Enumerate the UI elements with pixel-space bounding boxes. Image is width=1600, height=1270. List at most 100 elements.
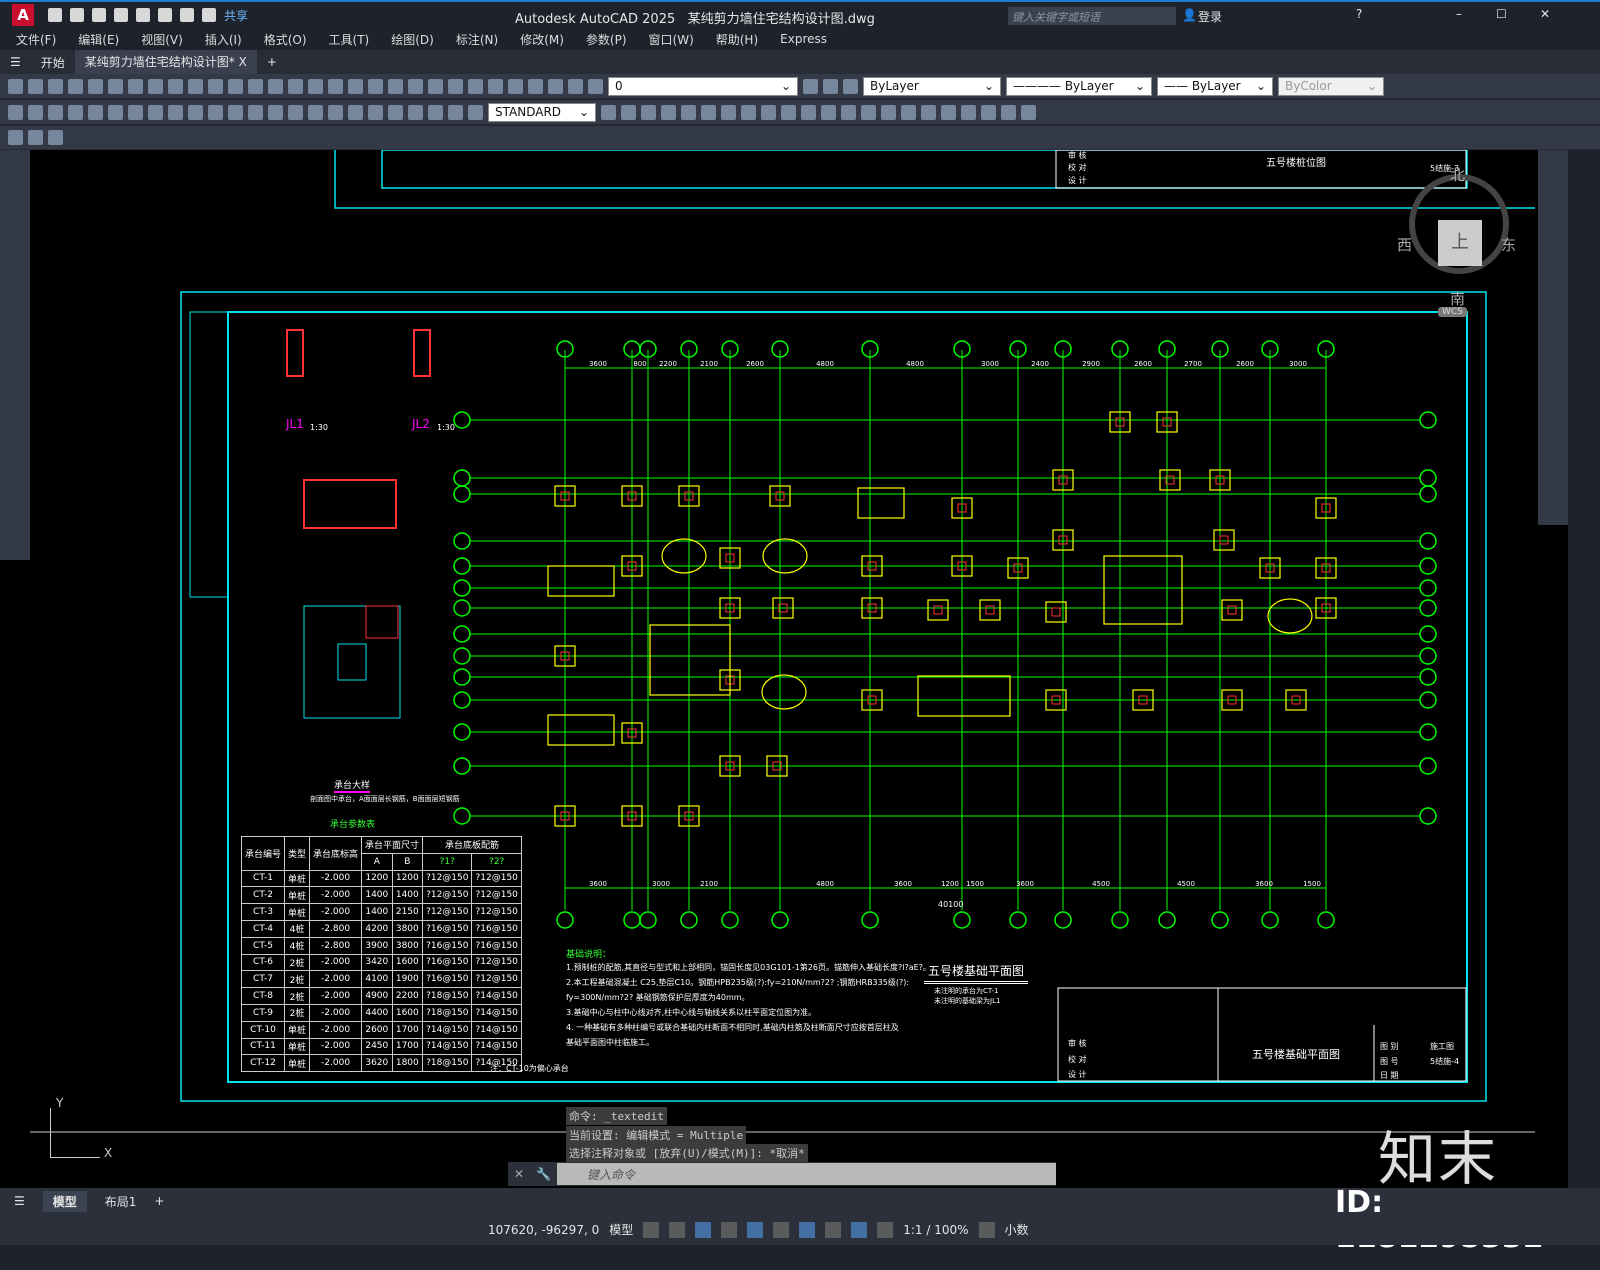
tab-model[interactable]: 模型: [42, 1190, 87, 1212]
menu-item[interactable]: 修改(M): [520, 31, 564, 48]
close-button[interactable]: ✕: [1540, 7, 1550, 21]
dimension-label: 3600: [894, 880, 912, 888]
layer-dropdown[interactable]: 0 ⌄: [608, 76, 798, 96]
menu-item[interactable]: 标注(N): [456, 31, 498, 48]
axis-bubble: [1419, 723, 1437, 741]
dimension-label: 3000: [1289, 360, 1307, 368]
table-cell: ?16@150: [422, 919, 473, 938]
drawing-canvas[interactable]: 3600 800 2200 2100 2600 4800 4800 3000 2400 2900 2…: [0, 150, 1568, 1188]
viewcube[interactable]: 上 北 西 东 南: [1397, 166, 1516, 308]
menu-item[interactable]: 工具(T): [329, 31, 370, 48]
autocad-logo[interactable]: A: [12, 4, 34, 26]
new-tab-button[interactable]: +: [257, 55, 287, 69]
coordinates-readout[interactable]: 107620, -96297, 0: [488, 1223, 599, 1237]
osnap-toggle[interactable]: [747, 1221, 764, 1238]
note-line: 基础平面图中柱临施工。: [566, 1038, 654, 1047]
foundation-notes: 1.预制桩的配筋,其直径与型式和上部相同，锚固长度见03G101-1第26页。锚…: [566, 962, 931, 1052]
viewcube-south[interactable]: 南: [1450, 288, 1465, 309]
table-cell: ?16@150: [471, 936, 522, 955]
search-input[interactable]: 键入关键字或短语: [1008, 7, 1176, 25]
axis-bubble: [1419, 485, 1437, 503]
open-icon[interactable]: [70, 8, 84, 22]
table-cell: 1200: [391, 869, 424, 888]
menu-item[interactable]: 插入(I): [205, 31, 242, 48]
menu-item[interactable]: 文件(F): [16, 31, 56, 48]
wcs-menu[interactable]: WCS: [1438, 307, 1467, 317]
color-dropdown[interactable]: ByLayer ⌄: [863, 76, 1001, 96]
menu-item[interactable]: 窗口(W): [649, 31, 694, 48]
table-cell: ?14@150: [471, 1003, 522, 1022]
table-cell: ?14@150: [422, 1020, 473, 1039]
ucs-toggle[interactable]: [877, 1221, 894, 1238]
ortho-toggle[interactable]: [695, 1221, 712, 1238]
polar-toggle[interactable]: [721, 1221, 738, 1238]
table-cell: -2.000: [309, 987, 363, 1005]
dimension-label: 2700: [1184, 360, 1202, 368]
lineweight-dropdown[interactable]: —— ByLayer ⌄: [1157, 76, 1273, 96]
menu-item[interactable]: 视图(V): [141, 31, 183, 48]
save-icon[interactable]: [92, 8, 106, 22]
selection-cycling-toggle[interactable]: [825, 1221, 842, 1238]
viewcube-top-face[interactable]: 上: [1438, 220, 1482, 266]
snap-toggle[interactable]: [669, 1221, 686, 1238]
tab-drawing[interactable]: 某纯剪力墙住宅结构设计图* X: [74, 50, 257, 74]
plotstyle-dropdown[interactable]: ByColor ⌄: [1278, 76, 1384, 96]
table-cell: 4900: [361, 987, 393, 1005]
menu-item[interactable]: 参数(P): [586, 31, 627, 48]
lineweight-toggle[interactable]: [773, 1221, 790, 1238]
model-space-toggle[interactable]: 模型: [609, 1221, 633, 1238]
table-cell: 4桩: [284, 936, 311, 955]
new-icon[interactable]: [48, 8, 62, 22]
linetype-dropdown[interactable]: ———— ByLayer ⌄: [1006, 76, 1152, 96]
units-dropdown[interactable]: 小数: [1005, 1221, 1029, 1238]
menu-item[interactable]: 格式(O): [264, 31, 307, 48]
dimension-label: 2600: [746, 360, 764, 368]
table-cell: ?16@150: [422, 953, 473, 972]
minimize-button[interactable]: –: [1456, 7, 1462, 21]
jl1-section: [286, 329, 304, 377]
menu-item[interactable]: Express: [780, 32, 827, 46]
3dosnap-toggle[interactable]: [851, 1221, 868, 1238]
menu-item[interactable]: 绘图(D): [391, 31, 434, 48]
menu-item[interactable]: 帮助(H): [716, 31, 758, 48]
table-cell: 4桩: [284, 919, 311, 938]
command-input[interactable]: 键入命令: [557, 1163, 1056, 1185]
publish-icon[interactable]: [136, 8, 150, 22]
table-cell: CT-11: [240, 1037, 286, 1056]
close-tab-icon[interactable]: X: [239, 55, 247, 69]
grid-toggle[interactable]: [643, 1221, 660, 1238]
annotation-scale[interactable]: 1:1 / 100%: [903, 1223, 968, 1237]
tab-start[interactable]: 开始: [31, 54, 75, 71]
share-button[interactable]: 共享: [224, 7, 248, 24]
login-button[interactable]: 登录: [1198, 8, 1222, 25]
user-icon[interactable]: 👤: [1182, 8, 1197, 22]
redo-icon[interactable]: [202, 8, 216, 22]
close-command-icon[interactable]: ✕: [508, 1167, 530, 1181]
viewcube-north[interactable]: 北: [1450, 164, 1465, 185]
save-as-icon[interactable]: [114, 8, 128, 22]
customize-wrench-icon[interactable]: 🔧: [530, 1167, 557, 1181]
table-cell: 2桩: [284, 987, 311, 1005]
detail-title: 承台大样: [334, 778, 371, 793]
dimension-label: 2200: [659, 360, 677, 368]
undo-icon[interactable]: [180, 8, 194, 22]
maximize-button[interactable]: ☐: [1496, 7, 1507, 21]
axis-bubble: [1054, 911, 1072, 929]
transparency-toggle[interactable]: [799, 1221, 816, 1238]
add-layout-button[interactable]: +: [154, 1194, 164, 1208]
table-cell: ?12@150: [471, 903, 522, 921]
tab-layout1[interactable]: 布局1: [105, 1193, 137, 1210]
app-menu-icon[interactable]: ☰: [0, 55, 31, 69]
text-style-dropdown[interactable]: STANDARD ⌄: [488, 102, 596, 122]
plot-icon[interactable]: [158, 8, 172, 22]
axis-bubble: [453, 469, 471, 487]
menu-item[interactable]: 编辑(E): [78, 31, 119, 48]
viewcube-west[interactable]: 西: [1397, 234, 1412, 255]
help-icon[interactable]: ?: [1356, 7, 1362, 21]
layout-menu-icon[interactable]: ☰: [14, 1194, 25, 1208]
viewcube-east[interactable]: 东: [1501, 234, 1516, 255]
settings-icon[interactable]: [978, 1221, 995, 1238]
title-block: [1057, 987, 1467, 1082]
table-cell: ?14@150: [471, 987, 522, 1005]
dimension-label: 3000: [981, 360, 999, 368]
